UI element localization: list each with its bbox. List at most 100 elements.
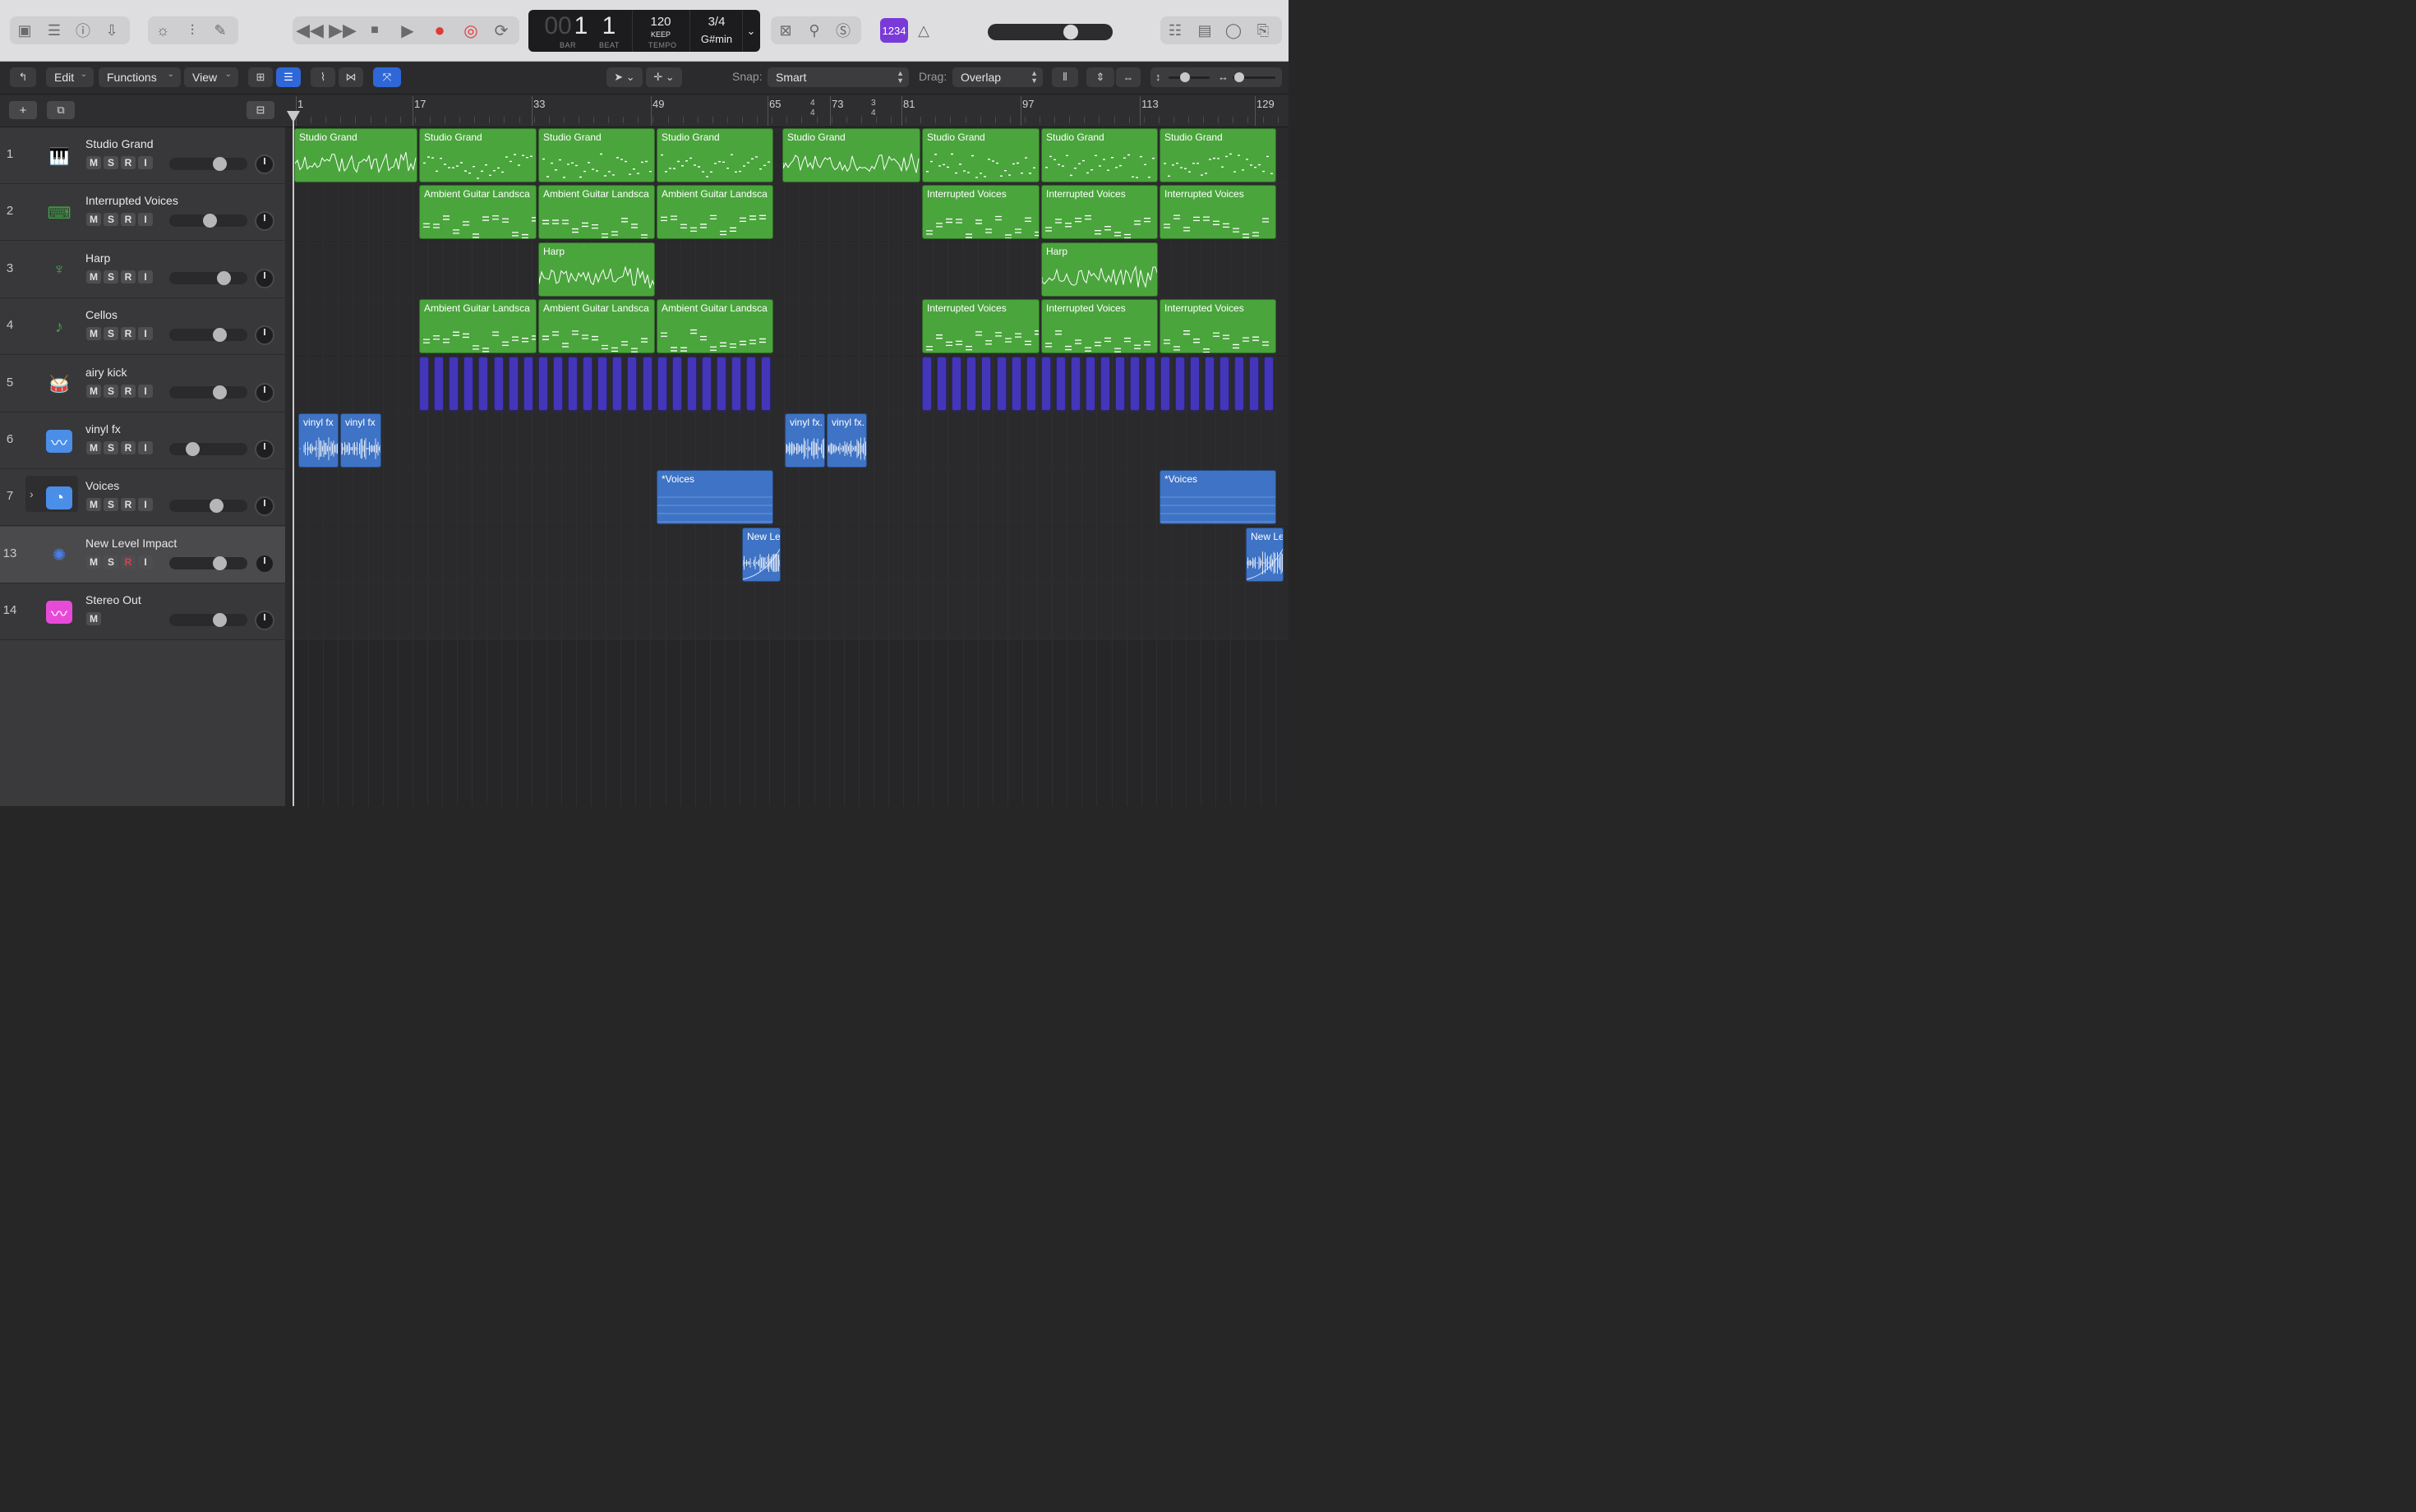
mute-button[interactable]: M bbox=[86, 327, 101, 341]
ruler[interactable]: 1 17 33 49 65 73 81 97 113 129 4 4 3 4 bbox=[285, 94, 1289, 127]
region[interactable] bbox=[717, 356, 726, 411]
time-signature-marker[interactable]: 44 bbox=[810, 99, 815, 118]
track-header[interactable]: 2 ⌨ Interrupted Voices M S R I bbox=[0, 184, 285, 242]
playhead[interactable] bbox=[293, 111, 294, 806]
tuner-icon[interactable]: ⚲ bbox=[805, 21, 824, 39]
region[interactable] bbox=[552, 356, 563, 411]
region[interactable] bbox=[922, 356, 932, 411]
inspector-icon[interactable]: ☰ bbox=[44, 21, 64, 39]
region[interactable] bbox=[1204, 356, 1215, 411]
region[interactable]: Ambient Guitar Landsca bbox=[657, 299, 773, 354]
back-arrow-icon[interactable]: ↰ bbox=[10, 67, 36, 87]
pan-knob[interactable] bbox=[255, 440, 274, 459]
fast-forward-icon[interactable]: ▶▶ bbox=[329, 20, 357, 40]
record-enable-button[interactable]: R bbox=[121, 156, 136, 169]
track-name[interactable]: New Level Impact bbox=[85, 537, 177, 550]
region[interactable] bbox=[449, 356, 459, 411]
track-name[interactable]: Harp bbox=[85, 251, 110, 265]
record-enable-button[interactable]: R bbox=[121, 384, 136, 398]
region[interactable]: Interrupted Voices bbox=[1160, 185, 1276, 240]
region[interactable] bbox=[568, 356, 578, 411]
region[interactable]: Studio Grand bbox=[1041, 128, 1158, 182]
editors-icon[interactable]: ✎ bbox=[210, 21, 230, 39]
track-name[interactable]: Interrupted Voices bbox=[85, 194, 178, 207]
region[interactable] bbox=[996, 356, 1007, 411]
volume-fader[interactable] bbox=[169, 555, 247, 570]
region[interactable]: Ambient Guitar Landsca bbox=[419, 299, 537, 354]
region[interactable]: vinyl fx. bbox=[785, 413, 825, 468]
region[interactable] bbox=[746, 356, 757, 411]
track-header[interactable]: 7 › ◔ Voices M S R I bbox=[0, 469, 285, 527]
metronome-icon[interactable]: △ bbox=[914, 21, 934, 39]
region[interactable]: Ambient Guitar Landsca bbox=[657, 185, 773, 240]
region[interactable]: Studio Grand bbox=[419, 128, 537, 182]
input-monitor-button[interactable]: I bbox=[138, 441, 153, 454]
region[interactable] bbox=[1130, 356, 1141, 411]
region[interactable] bbox=[701, 356, 712, 411]
track-header[interactable]: 5 🥁 airy kick M S R I bbox=[0, 355, 285, 413]
track-name[interactable]: Voices bbox=[85, 479, 119, 492]
region[interactable] bbox=[597, 356, 608, 411]
fader-knob[interactable] bbox=[213, 157, 228, 171]
solo-button[interactable]: S bbox=[104, 384, 118, 398]
mute-button[interactable]: M bbox=[86, 612, 101, 626]
rewind-icon[interactable]: ◀◀ bbox=[296, 20, 324, 40]
mixer-icon[interactable]: ⫶ bbox=[182, 21, 202, 39]
volume-fader[interactable] bbox=[169, 270, 247, 285]
flex-icon[interactable]: ⋈ bbox=[339, 67, 363, 87]
region[interactable]: Studio Grand bbox=[294, 128, 417, 182]
region[interactable] bbox=[1040, 356, 1051, 411]
region[interactable]: Ambient Guitar Landsca bbox=[538, 299, 655, 354]
track-lane[interactable] bbox=[285, 526, 1289, 583]
solo-button[interactable]: S bbox=[104, 441, 118, 454]
region[interactable] bbox=[434, 356, 445, 411]
region[interactable] bbox=[952, 356, 962, 411]
marquee-tool-icon[interactable]: ✛ ⌄ bbox=[646, 67, 682, 87]
list-editors-icon[interactable]: ☷ bbox=[1165, 21, 1185, 39]
lcd-display[interactable]: 00 1 BAR 1 BEAT 120 KEEP TEMPO 3/4 G#min… bbox=[528, 10, 760, 52]
region[interactable] bbox=[1160, 356, 1170, 411]
region[interactable]: *Voices bbox=[657, 470, 773, 525]
fader-knob[interactable] bbox=[216, 270, 231, 285]
region[interactable] bbox=[1234, 356, 1245, 411]
region[interactable] bbox=[1249, 356, 1260, 411]
region[interactable] bbox=[583, 356, 593, 411]
region[interactable] bbox=[686, 356, 697, 411]
input-monitor-button[interactable]: I bbox=[138, 384, 153, 398]
view-menu[interactable]: View ⌄ bbox=[184, 67, 238, 87]
region[interactable] bbox=[1100, 356, 1111, 411]
track-lane[interactable] bbox=[285, 583, 1289, 641]
playhead-handle[interactable] bbox=[287, 111, 300, 122]
record-enable-button[interactable]: R bbox=[121, 441, 136, 454]
region[interactable]: vinyl fx bbox=[340, 413, 381, 468]
region[interactable] bbox=[731, 356, 742, 411]
region[interactable] bbox=[642, 356, 652, 411]
catch-playhead-icon[interactable]: ⤧ bbox=[373, 67, 401, 87]
input-monitor-button[interactable]: I bbox=[138, 156, 153, 169]
solo-button[interactable]: S bbox=[104, 270, 118, 284]
toolbar-icon[interactable]: ⇩ bbox=[102, 21, 122, 39]
smart-controls-icon[interactable]: ☼ bbox=[153, 21, 173, 39]
region[interactable] bbox=[1011, 356, 1021, 411]
master-volume-slider[interactable] bbox=[988, 24, 1113, 40]
volume-fader[interactable] bbox=[169, 499, 247, 514]
record-enable-button[interactable]: R bbox=[121, 498, 136, 512]
vertical-zoom-knob[interactable] bbox=[1180, 72, 1190, 82]
region[interactable]: Ambient Guitar Landsca bbox=[419, 185, 537, 240]
region[interactable] bbox=[537, 356, 548, 411]
functions-menu[interactable]: Functions ⌄ bbox=[99, 67, 181, 87]
capture-recording-icon[interactable]: ◎ bbox=[461, 21, 481, 40]
region[interactable] bbox=[1115, 356, 1126, 411]
track-name[interactable]: Stereo Out bbox=[85, 593, 141, 606]
track-name[interactable]: Studio Grand bbox=[85, 137, 154, 150]
arrange-area[interactable]: 1 17 33 49 65 73 81 97 113 129 4 4 3 4 Studio Grand St… bbox=[285, 94, 1289, 806]
solo-button[interactable]: S bbox=[104, 498, 118, 512]
region[interactable]: Studio Grand bbox=[538, 128, 655, 182]
region[interactable] bbox=[419, 356, 429, 411]
record-enable-button[interactable]: R bbox=[121, 555, 136, 569]
volume-fader[interactable] bbox=[169, 214, 247, 228]
region[interactable]: New Le bbox=[742, 527, 781, 582]
solo-button[interactable]: S bbox=[104, 213, 118, 227]
automation-icon[interactable]: ⌇ bbox=[311, 67, 335, 87]
region[interactable]: Ambient Guitar Landsca bbox=[538, 185, 655, 240]
